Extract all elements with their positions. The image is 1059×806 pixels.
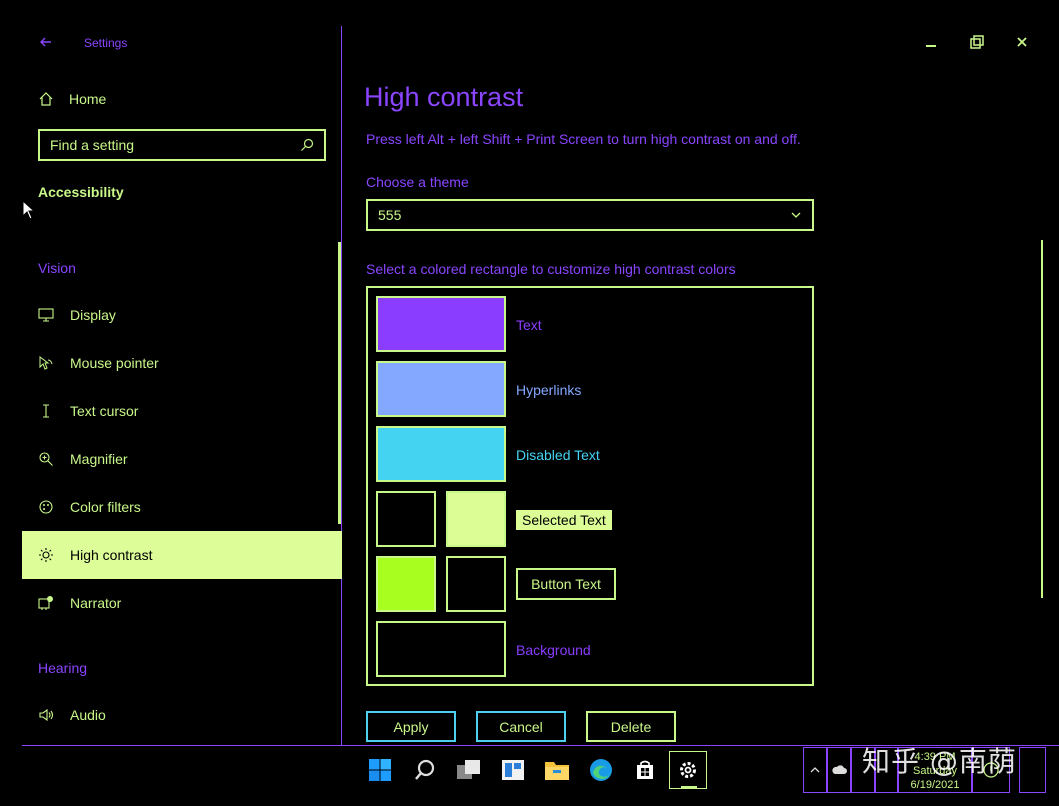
search-box[interactable] <box>38 129 326 161</box>
shortcut-hint: Press left Alt + left Shift + Print Scre… <box>366 131 801 147</box>
minimize-icon <box>926 45 936 47</box>
widgets-button[interactable] <box>494 751 532 789</box>
sidebar-item-high-contrast[interactable]: High contrast <box>22 531 342 579</box>
hyperlinks-color-swatch[interactable] <box>376 361 506 417</box>
content-scrollbar[interactable] <box>1041 240 1043 598</box>
sidebar-item-label: Mouse pointer <box>70 355 159 371</box>
tray-overflow-button[interactable] <box>803 747 827 793</box>
active-app-indicator <box>681 786 697 789</box>
cloud-icon <box>832 765 847 774</box>
sidebar-item-label: Text cursor <box>70 403 139 419</box>
home-icon <box>39 92 53 106</box>
search-icon <box>415 759 435 780</box>
section-title-accessibility[interactable]: Accessibility <box>38 184 124 200</box>
sidebar-item-narrator[interactable]: Narrator <box>22 579 342 627</box>
store-button[interactable] <box>626 751 664 789</box>
narrator-icon <box>38 595 54 611</box>
magnifier-icon <box>38 451 54 467</box>
color-panel: Text Hyperlinks Disabled Text Selected T… <box>366 286 814 686</box>
settings-taskbar-button[interactable] <box>669 751 707 789</box>
sidebar-item-label: Magnifier <box>70 451 128 467</box>
apply-button[interactable]: Apply <box>366 711 456 742</box>
color-filters-icon <box>38 499 54 515</box>
monitor-icon <box>38 307 54 323</box>
group-label-hearing: Hearing <box>38 660 88 676</box>
sidebar-item-color-filters[interactable]: Color filters <box>22 483 342 531</box>
close-button[interactable] <box>1009 30 1035 54</box>
hyperlinks-color-label: Hyperlinks <box>516 382 582 398</box>
theme-dropdown[interactable]: 555 <box>366 199 814 231</box>
store-icon <box>637 760 653 779</box>
windows-start-icon <box>369 759 391 781</box>
mouse-pointer-icon <box>38 355 54 371</box>
background-color-label: Background <box>516 642 591 658</box>
clock-date: 6/19/2021 <box>910 779 960 791</box>
theme-label: Choose a theme <box>366 174 469 190</box>
cancel-button[interactable]: Cancel <box>476 711 566 742</box>
selected-text-bg-swatch[interactable] <box>446 491 506 547</box>
start-button[interactable] <box>361 751 399 789</box>
button-text-sample: Button Text <box>516 568 616 600</box>
maximize-button[interactable] <box>964 30 990 54</box>
button-text-fg-swatch[interactable] <box>376 556 436 612</box>
text-color-label: Text <box>516 317 542 333</box>
sidebar-item-label: Narrator <box>70 595 122 611</box>
group-label-vision: Vision <box>38 260 76 276</box>
search-input[interactable] <box>50 137 300 153</box>
taskbar-search-button[interactable] <box>406 751 444 789</box>
app-title: Settings <box>84 36 128 50</box>
onedrive-button[interactable] <box>827 747 851 793</box>
text-cursor-icon <box>38 403 54 419</box>
theme-dropdown-value: 555 <box>378 207 402 223</box>
sidebar-item-label: Display <box>70 307 116 323</box>
sidebar-item-label: Color filters <box>70 499 141 515</box>
edge-icon <box>590 759 612 781</box>
delete-button[interactable]: Delete <box>586 711 676 742</box>
speaker-icon <box>38 707 54 723</box>
disabled-text-color-label: Disabled Text <box>516 447 600 463</box>
sidebar-item-label: High contrast <box>70 547 153 563</box>
text-color-swatch[interactable] <box>376 296 506 352</box>
close-icon <box>1017 37 1027 47</box>
task-view-button[interactable] <box>450 751 488 789</box>
selected-text-sample: Selected Text <box>516 510 612 530</box>
sidebar-home[interactable]: Home <box>38 86 106 112</box>
edge-button[interactable] <box>582 751 620 789</box>
chevron-down-icon <box>791 212 801 218</box>
sidebar-item-mouse-pointer[interactable]: Mouse pointer <box>22 339 342 387</box>
sidebar-item-text-cursor[interactable]: Text cursor <box>22 387 342 435</box>
chevron-up-icon <box>810 767 820 773</box>
button-text-bg-swatch[interactable] <box>446 556 506 612</box>
mouse-cursor-icon <box>22 200 36 220</box>
sidebar-item-label: Audio <box>70 707 106 723</box>
file-explorer-button[interactable] <box>538 751 576 789</box>
disabled-text-color-swatch[interactable] <box>376 426 506 482</box>
sidebar-item-audio[interactable]: Audio <box>22 691 342 739</box>
sun-icon <box>38 547 54 563</box>
watermark: 知乎 @南荫 <box>862 745 1017 778</box>
widgets-icon <box>502 760 524 780</box>
selected-text-fg-swatch[interactable] <box>376 491 436 547</box>
minimize-button[interactable] <box>918 30 944 54</box>
restore-icon <box>970 35 984 49</box>
back-button[interactable] <box>36 32 56 52</box>
back-arrow-icon <box>40 37 51 47</box>
search-icon[interactable] <box>300 138 314 152</box>
task-view-icon <box>457 760 480 779</box>
colors-instruction: Select a colored rectangle to customize … <box>366 261 736 277</box>
background-color-swatch[interactable] <box>376 621 506 677</box>
file-explorer-icon <box>545 762 569 780</box>
settings-icon <box>680 762 696 778</box>
page-title: High contrast <box>364 82 524 112</box>
show-desktop-button[interactable] <box>1019 747 1046 793</box>
sidebar-item-display[interactable]: Display <box>22 291 342 339</box>
sidebar-home-label: Home <box>69 91 107 107</box>
sidebar-item-magnifier[interactable]: Magnifier <box>22 435 342 483</box>
